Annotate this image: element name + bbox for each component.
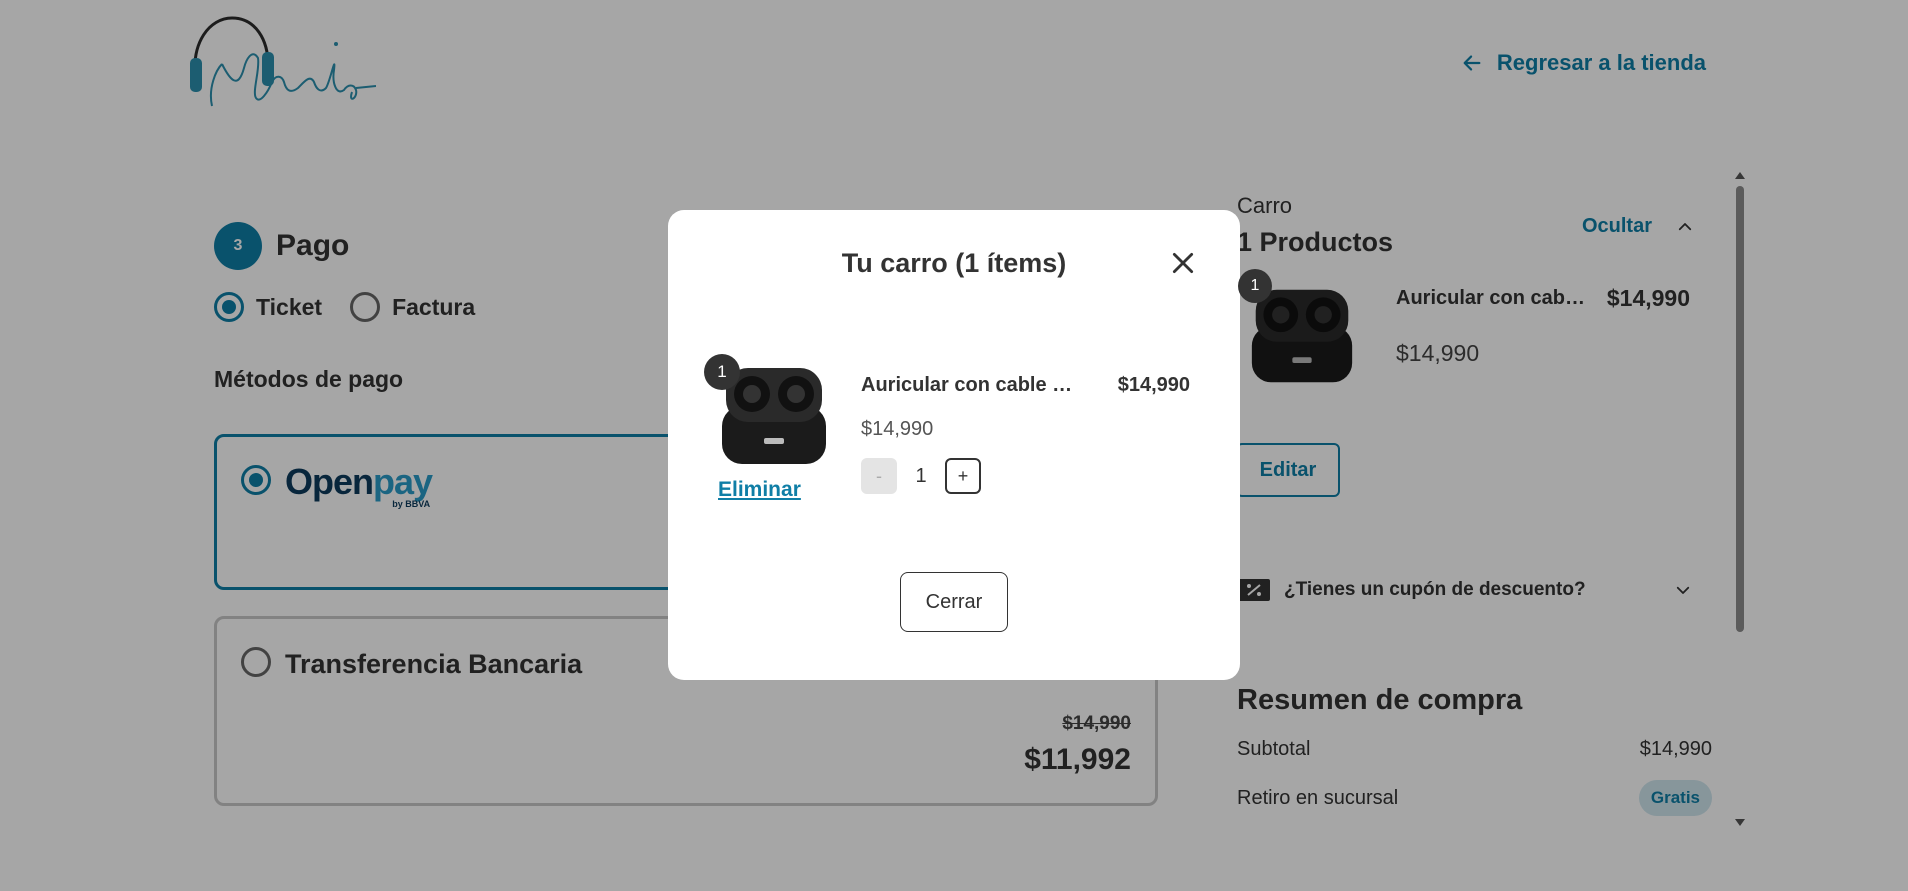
modal-product-total-price: $14,990: [1117, 374, 1190, 396]
remove-item-link[interactable]: Eliminar: [718, 478, 801, 502]
modal-item-quantity-badge: 1: [704, 354, 740, 390]
close-modal-button[interactable]: [1168, 248, 1198, 278]
increase-quantity-button[interactable]: +: [945, 458, 981, 494]
item-quantity-badge: 1: [1238, 269, 1272, 303]
modal-product-name: Auricular con cable y ...: [861, 374, 1083, 396]
close-icon: [1172, 252, 1194, 274]
modal-product-unit-price: $14,990: [861, 418, 934, 440]
decrease-quantity-button[interactable]: -: [861, 458, 897, 494]
close-button[interactable]: Cerrar: [900, 572, 1008, 632]
quantity-stepper: - 1 +: [861, 458, 981, 494]
cart-modal: Tu carro (1 ítems) 1 Eliminar Auricular …: [668, 210, 1240, 680]
quantity-value: 1: [915, 464, 927, 487]
modal-title: Tu carro (1 ítems): [841, 248, 1067, 278]
